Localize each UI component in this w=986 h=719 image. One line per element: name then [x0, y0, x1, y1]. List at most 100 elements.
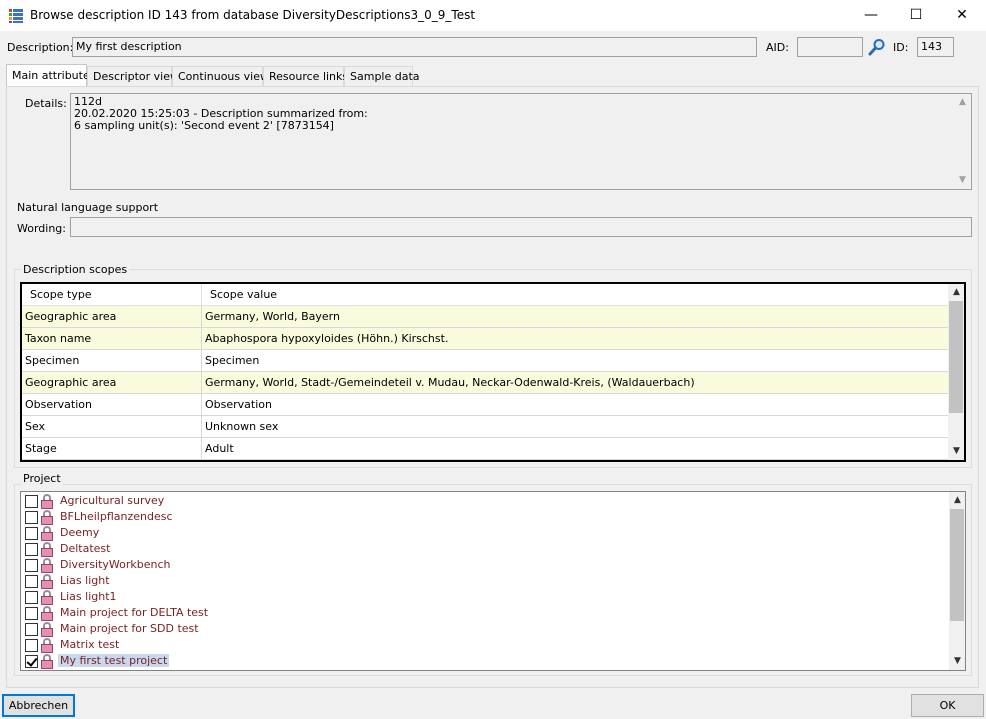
list-item[interactable]: Agricultural survey [25, 493, 925, 509]
scope-value-cell[interactable]: Adult [202, 438, 950, 460]
project-title: Project [21, 472, 63, 485]
lock-icon [41, 494, 53, 509]
close-button[interactable]: ✕ [939, 0, 985, 31]
details-textarea[interactable]: 112d 20.02.2020 15:25:03 - Description s… [70, 93, 972, 190]
lock-icon [41, 654, 53, 669]
tab-descriptor-view[interactable]: Descriptor view [87, 66, 179, 86]
lock-icon [41, 526, 53, 541]
tab-continuous-view[interactable]: Continuous view [172, 66, 269, 86]
list-item[interactable]: DiversityWorkbench [25, 557, 925, 573]
lock-icon [41, 510, 53, 525]
cancel-button[interactable]: Abbrechen [2, 694, 75, 717]
details-line: 6 sampling unit(s): 'Second event 2' [78… [74, 119, 334, 132]
list-item[interactable]: Matrix test [25, 637, 925, 653]
scope-value-cell[interactable]: Germany, World, Stadt-/Gemeindeteil v. M… [202, 372, 950, 394]
scope-type-cell[interactable]: Observation [22, 394, 202, 416]
scope-type-cell[interactable]: Sex [22, 416, 202, 438]
table-row[interactable]: Specimen Specimen [22, 350, 950, 372]
scroll-up-icon[interactable]: ▲ [954, 94, 971, 111]
id-field[interactable]: 143 [917, 37, 954, 57]
tab-main-attributes[interactable]: Main attributes [6, 64, 95, 86]
project-checkbox[interactable] [25, 511, 38, 524]
scope-type-cell[interactable]: Geographic area [22, 372, 202, 394]
project-label[interactable]: Main project for SDD test [58, 622, 201, 635]
list-item[interactable]: Main project for SDD test [25, 621, 925, 637]
tab-sample-data[interactable]: Sample data [344, 66, 420, 86]
list-item[interactable]: My first test project [25, 653, 925, 669]
tab-resource-links[interactable]: Resource links [263, 66, 348, 86]
magnifier-icon[interactable] [868, 38, 886, 56]
description-field[interactable]: My first description [72, 37, 757, 57]
table-row[interactable]: Geographic area Germany, World, Stadt-/Ge… [22, 372, 950, 394]
project-label[interactable]: Lias light [58, 574, 112, 587]
project-label[interactable]: Deemy [58, 526, 101, 539]
project-label[interactable]: Agricultural survey [58, 494, 166, 507]
lock-icon [41, 542, 53, 557]
table-row[interactable]: Observation Observation [22, 394, 950, 416]
project-checkbox[interactable] [25, 607, 38, 620]
window-title: Browse description ID 143 from database … [30, 8, 476, 22]
project-checkbox[interactable] [25, 559, 38, 572]
lock-icon [41, 558, 53, 573]
scroll-thumb[interactable] [949, 301, 963, 413]
project-label[interactable]: Matrix test [58, 638, 121, 651]
grid-app-icon [8, 8, 24, 24]
list-item[interactable]: Main project for DELTA test [25, 605, 925, 621]
description-label: Description: [7, 41, 74, 54]
project-checkbox[interactable] [25, 575, 38, 588]
scope-value-cell[interactable]: Observation [202, 394, 950, 416]
wording-field[interactable] [70, 217, 972, 237]
table-row[interactable]: Geographic area Germany, World, Bayern [22, 306, 950, 328]
scope-value-cell[interactable]: Unknown sex [202, 416, 950, 438]
list-item[interactable]: Deemy [25, 525, 925, 541]
project-label[interactable]: Main project for DELTA test [58, 606, 210, 619]
scroll-down-icon[interactable]: ▼ [948, 443, 964, 460]
column-header-scope-value[interactable]: Scope value [202, 284, 950, 306]
aid-field[interactable] [797, 37, 863, 57]
list-item[interactable]: Deltatest [25, 541, 925, 557]
project-label[interactable]: BFLheilpflanzendesc [58, 510, 175, 523]
scroll-down-icon[interactable]: ▼ [949, 653, 965, 670]
scope-type-cell[interactable]: Stage [22, 438, 202, 460]
lock-icon [41, 606, 53, 621]
list-item[interactable]: Lias light [25, 573, 925, 589]
list-item[interactable]: Lias light1 [25, 589, 925, 605]
minimize-button[interactable]: — [848, 0, 894, 31]
scroll-up-icon[interactable]: ▲ [948, 284, 964, 301]
scroll-down-icon[interactable]: ▼ [954, 172, 971, 189]
scopes-grid[interactable]: Scope type Scope value Geographic area Ge… [20, 282, 966, 462]
scope-type-cell[interactable]: Geographic area [22, 306, 202, 328]
project-label[interactable]: Deltatest [58, 542, 112, 555]
scope-value-cell[interactable]: Specimen [202, 350, 950, 372]
project-label[interactable]: My first test project [58, 654, 170, 667]
scopes-title: Description scopes [21, 263, 130, 276]
project-checkbox[interactable] [25, 543, 38, 556]
scope-type-cell[interactable]: Specimen [22, 350, 202, 372]
project-checkbox[interactable] [25, 591, 38, 604]
column-header-scope-type[interactable]: Scope type [22, 284, 202, 306]
project-label[interactable]: DiversityWorkbench [58, 558, 173, 571]
title-bar: Browse description ID 143 from database … [0, 0, 986, 31]
table-row[interactable]: Taxon name Abaphospora hypoxyloides (Höhn… [22, 328, 950, 350]
scroll-up-icon[interactable]: ▲ [949, 492, 965, 509]
table-row[interactable]: Sex Unknown sex [22, 416, 950, 438]
scroll-thumb[interactable] [950, 509, 964, 621]
scope-type-cell[interactable]: Taxon name [22, 328, 202, 350]
project-checkbox[interactable] [25, 495, 38, 508]
grid-scrollbar[interactable]: ▲ ▼ [948, 284, 964, 460]
scope-value-cell[interactable]: Abaphospora hypoxyloides (Höhn.) Kirschs… [202, 328, 950, 350]
id-label: ID: [893, 41, 909, 54]
table-row[interactable]: Stage Adult [22, 438, 950, 460]
project-scrollbar[interactable]: ▲ ▼ [949, 492, 965, 670]
list-item[interactable]: BFLheilpflanzendesc [25, 509, 925, 525]
ok-button[interactable]: OK [911, 694, 984, 717]
project-label[interactable]: Lias light1 [58, 590, 119, 603]
maximize-button[interactable]: ☐ [893, 0, 939, 31]
lock-icon [41, 590, 53, 605]
project-checkbox[interactable] [25, 655, 38, 668]
project-checkbox[interactable] [25, 623, 38, 636]
scope-value-cell[interactable]: Germany, World, Bayern [202, 306, 950, 328]
project-checkbox[interactable] [25, 639, 38, 652]
project-list[interactable]: Agricultural survey BFLheilpflanzendesc De… [20, 491, 966, 671]
project-checkbox[interactable] [25, 527, 38, 540]
